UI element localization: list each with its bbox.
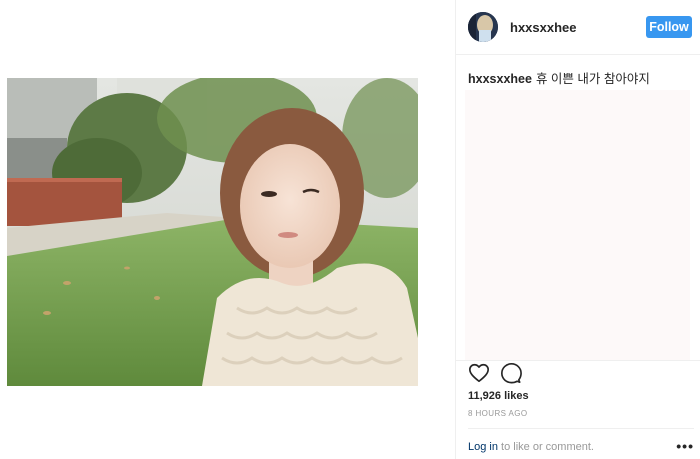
avatar-image bbox=[468, 12, 498, 42]
post-header: hxxsxxhee Follow bbox=[468, 10, 698, 44]
heart-icon[interactable] bbox=[468, 362, 490, 384]
post-caption: hxxsxxhee 휴 이쁜 내가 참아야지 bbox=[468, 68, 650, 87]
post-photo[interactable] bbox=[7, 78, 418, 386]
post-username[interactable]: hxxsxxhee bbox=[510, 20, 577, 35]
post-side-panel: hxxsxxhee Follow hxxsxxhee 휴 이쁜 내가 참아야지 1… bbox=[456, 0, 700, 459]
login-link[interactable]: Log in bbox=[468, 441, 498, 453]
caption-username[interactable]: hxxsxxhee bbox=[468, 72, 532, 86]
comment-prompt-row: Log in to like or comment. ••• bbox=[468, 438, 694, 454]
comment-prompt-text: to like or comment. bbox=[497, 441, 594, 453]
avatar[interactable] bbox=[468, 12, 498, 42]
like-count[interactable]: 11,926 likes bbox=[468, 390, 529, 402]
more-options-icon[interactable]: ••• bbox=[676, 438, 694, 454]
post-photo-image bbox=[7, 78, 418, 386]
header-divider bbox=[456, 54, 700, 55]
actions-divider bbox=[456, 360, 700, 361]
caption-text: 휴 이쁜 내가 참아야지 bbox=[535, 72, 650, 86]
comments-area bbox=[465, 90, 690, 360]
follow-button[interactable]: Follow bbox=[646, 16, 692, 38]
post-timestamp[interactable]: 8 HOURS AGO bbox=[468, 409, 528, 418]
comment-bubble-icon[interactable] bbox=[500, 362, 522, 384]
post-actions bbox=[468, 362, 532, 384]
comment-divider bbox=[468, 428, 694, 429]
